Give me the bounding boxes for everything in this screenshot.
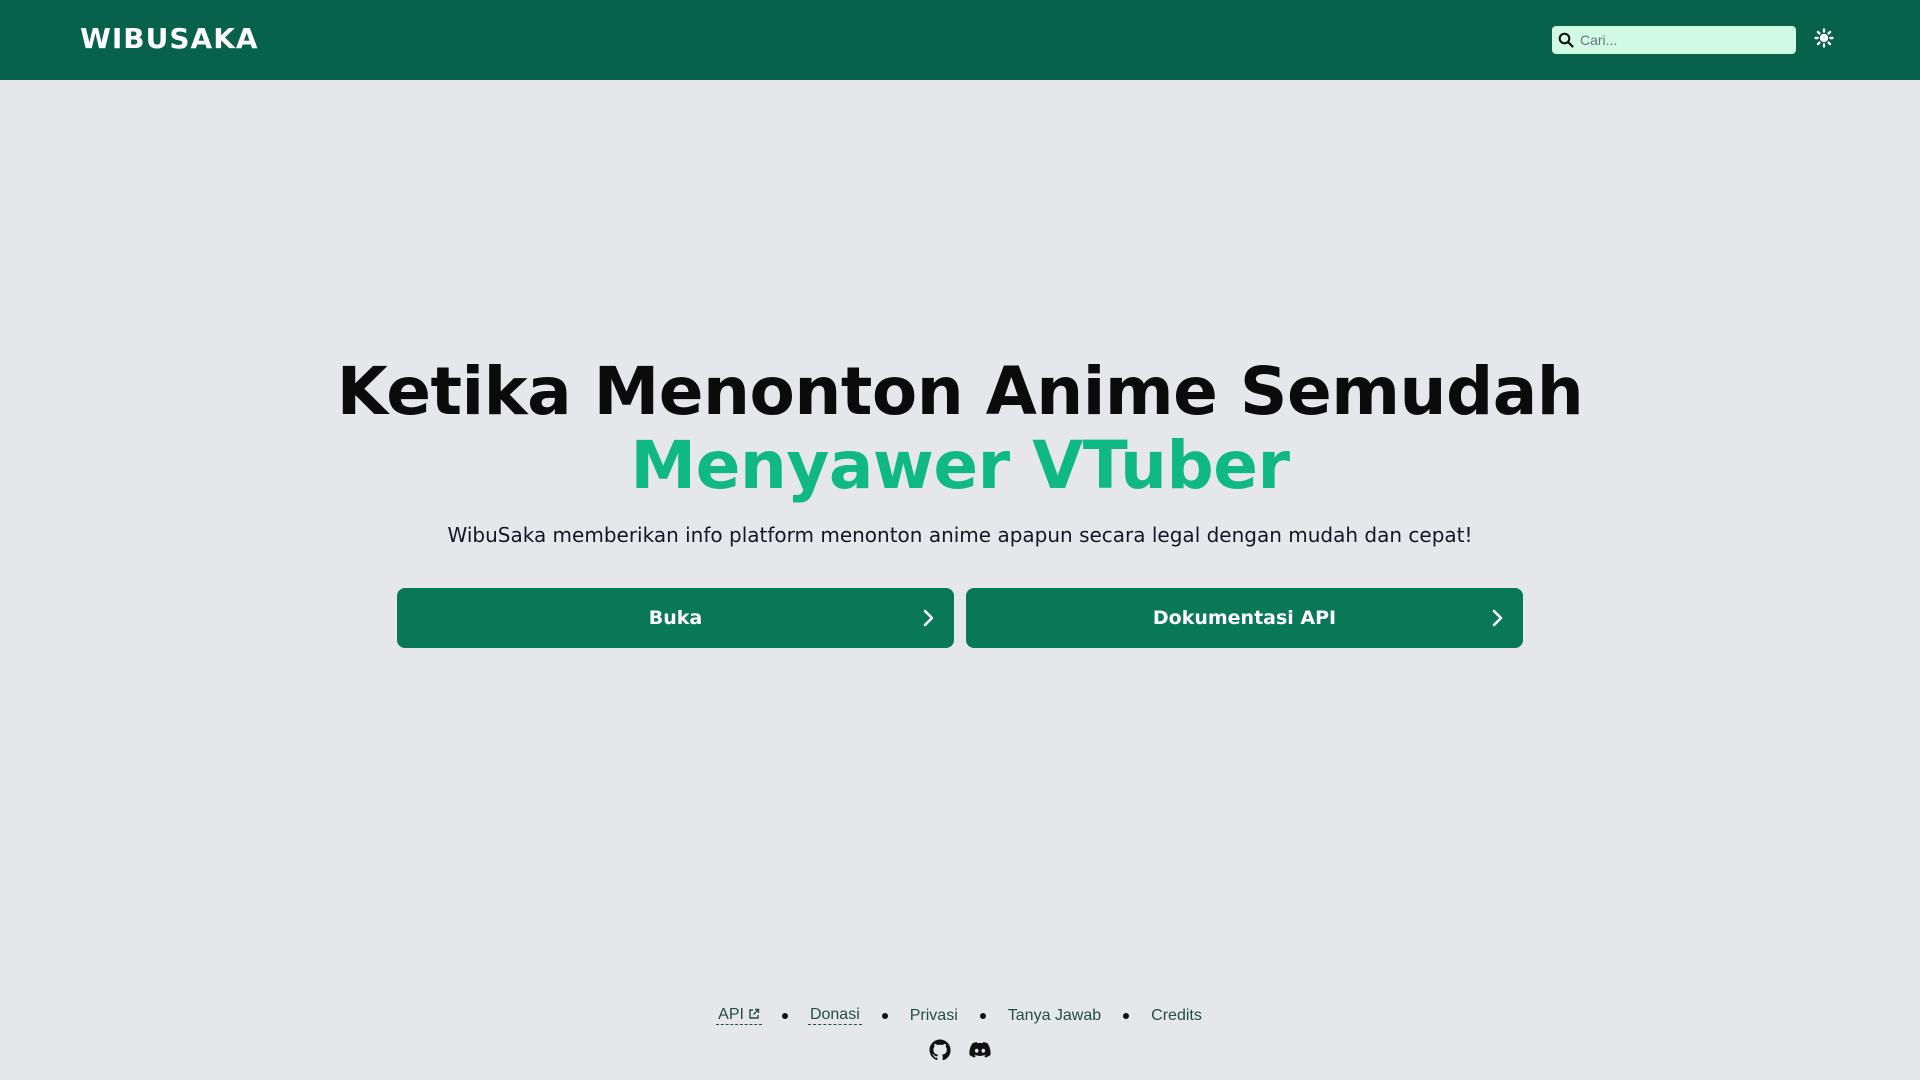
footer-link-privasi[interactable]: Privasi xyxy=(908,1007,960,1025)
chevron-right-icon xyxy=(923,609,934,627)
footer-link-api[interactable]: API xyxy=(716,1006,762,1025)
separator-dot xyxy=(881,1012,888,1019)
footer-links: API Donasi Privasi Tanya Jawab Credits xyxy=(0,1006,1920,1025)
open-button-label: Buka xyxy=(648,607,703,629)
footer-link-donasi[interactable]: Donasi xyxy=(807,1006,862,1025)
site-logo[interactable]: WIBUSAKA xyxy=(80,22,259,55)
hero-subtitle: WibuSaka memberikan info platform menont… xyxy=(447,523,1473,547)
hero-actions: Buka Dokumentasi API xyxy=(397,588,1523,648)
api-docs-button-label: Dokumentasi API xyxy=(1152,607,1337,629)
search-icon xyxy=(1552,26,1580,54)
top-navbar: WIBUSAKA xyxy=(0,0,1920,80)
discord-icon[interactable] xyxy=(968,1038,992,1062)
api-docs-button[interactable]: Dokumentasi API xyxy=(966,588,1523,648)
separator-dot xyxy=(979,1012,986,1019)
open-button[interactable]: Buka xyxy=(397,588,954,648)
github-icon[interactable] xyxy=(928,1038,952,1062)
footer-link-credits[interactable]: Credits xyxy=(1149,1007,1204,1025)
hero-title-accent: Menyawer VTuber xyxy=(630,427,1290,504)
search-input[interactable] xyxy=(1580,26,1790,54)
hero-title: Ketika Menonton Anime Semudah Menyawer V… xyxy=(0,355,1920,503)
social-links xyxy=(0,1038,1920,1062)
search-box[interactable] xyxy=(1552,26,1796,54)
chevron-right-icon xyxy=(1492,609,1503,627)
separator-dot xyxy=(1123,1012,1130,1019)
sun-icon xyxy=(1814,27,1834,53)
theme-toggle-button[interactable] xyxy=(1812,26,1836,54)
separator-dot xyxy=(781,1012,788,1019)
hero-title-line1: Ketika Menonton Anime Semudah xyxy=(336,353,1584,430)
hero-section: Ketika Menonton Anime Semudah Menyawer V… xyxy=(0,355,1920,548)
footer-link-tanya-jawab[interactable]: Tanya Jawab xyxy=(1006,1007,1103,1025)
external-link-icon xyxy=(749,1008,760,1019)
